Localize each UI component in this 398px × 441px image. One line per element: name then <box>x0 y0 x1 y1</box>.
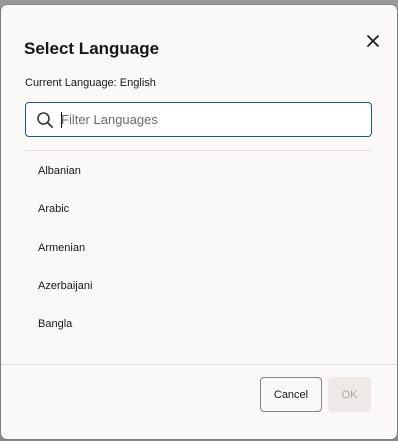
cancel-button[interactable]: Cancel <box>260 377 322 412</box>
text-cursor <box>61 112 62 128</box>
dialog-title: Select Language <box>24 39 160 58</box>
close-button[interactable] <box>362 30 384 52</box>
select-language-dialog: Select Language Current Language: Englis… <box>1 5 397 439</box>
filter-languages-field[interactable] <box>25 102 372 137</box>
footer-divider <box>1 364 397 365</box>
language-item-bangla[interactable]: Bangla <box>25 305 372 343</box>
search-icon <box>37 112 53 128</box>
language-item-armenian[interactable]: Armenian <box>25 229 372 267</box>
language-item-azerbaijani[interactable]: Azerbaijani <box>25 267 372 305</box>
language-list: Albanian Arabic Armenian Azerbaijani Ban… <box>25 152 372 343</box>
close-icon <box>367 35 379 47</box>
current-language-value: English <box>119 77 156 89</box>
filter-languages-input[interactable] <box>61 109 361 130</box>
current-language: Current Language: English <box>25 77 156 89</box>
language-item-albanian[interactable]: Albanian <box>25 152 372 190</box>
current-language-label: Current Language: <box>25 77 117 89</box>
ok-button[interactable]: OK <box>328 377 371 412</box>
language-item-arabic[interactable]: Arabic <box>25 190 372 228</box>
list-divider <box>25 150 372 151</box>
